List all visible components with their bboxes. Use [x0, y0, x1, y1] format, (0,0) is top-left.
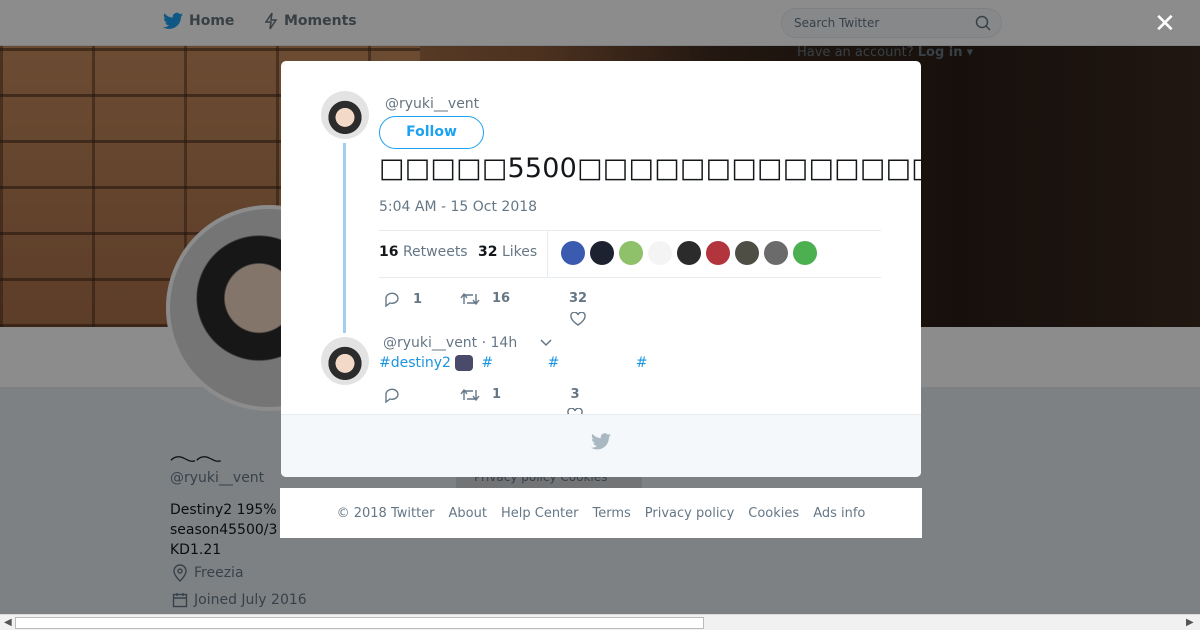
follow-button[interactable]: Follow	[379, 116, 484, 149]
chevron-down-icon[interactable]	[540, 339, 552, 347]
reply-like-count: 3	[570, 387, 580, 402]
reply-age[interactable]: · 14h	[482, 335, 518, 351]
footer-terms-link[interactable]: Terms	[593, 506, 631, 521]
horizontal-scrollbar[interactable]: ◀ ▶	[0, 614, 1200, 630]
scroll-right-arrow-icon[interactable]: ▶	[1186, 617, 1194, 628]
heart-icon	[570, 312, 586, 326]
retweets-label: Retweets	[402, 244, 468, 260]
reply-header: @ryuki__vent · 14h	[383, 335, 552, 351]
liker-avatar[interactable]	[706, 241, 730, 265]
page-footer: © 2018 Twitter About Help Center Terms P…	[280, 488, 922, 538]
tweet-stats: 16 Retweets 32 Likes	[379, 230, 881, 278]
thread-line	[343, 143, 346, 333]
hashtag[interactable]: #	[481, 355, 493, 371]
liker-avatar[interactable]	[677, 241, 701, 265]
hashtag[interactable]: #	[636, 355, 648, 371]
hashtag-destiny2[interactable]: #destiny2	[379, 355, 451, 371]
twitter-bird-icon	[591, 433, 611, 450]
liker-avatar[interactable]	[764, 241, 788, 265]
stats-divider	[547, 231, 548, 277]
liker-avatar[interactable]	[590, 241, 614, 265]
retweets-count: 16	[379, 244, 399, 260]
like-count: 32	[569, 291, 588, 306]
footer-ads-link[interactable]: Ads info	[813, 506, 865, 521]
tweet-timestamp[interactable]: 5:04 AM - 15 Oct 2018	[379, 199, 537, 215]
likes-stat[interactable]: 32 Likes	[478, 244, 537, 260]
close-icon[interactable]: ✕	[1154, 11, 1176, 37]
reply-icon	[385, 388, 399, 403]
reply-action[interactable]: 1	[383, 291, 422, 307]
tweet-text: □□□□□5500□□□□□□□□□□□□□□□□□□□□□□□□□□□□□□□…	[379, 153, 921, 184]
reply-icon	[385, 292, 399, 307]
footer-about-link[interactable]: About	[449, 506, 487, 521]
tweet-avatar[interactable]	[321, 91, 369, 139]
liker-avatar[interactable]	[648, 241, 672, 265]
footer-copyright: © 2018 Twitter	[336, 505, 435, 521]
reply-handle[interactable]: @ryuki__vent	[383, 335, 477, 351]
liker-avatar[interactable]	[735, 241, 759, 265]
like-action[interactable]: 32	[569, 291, 587, 326]
reply-count: 1	[413, 291, 423, 307]
scroll-left-arrow-icon[interactable]: ◀	[4, 617, 12, 628]
retweets-stat[interactable]: 16 Retweets	[379, 244, 468, 260]
liker-avatar[interactable]	[793, 241, 817, 265]
reply-text: #destiny2 # # #	[379, 355, 652, 371]
likers-list	[561, 241, 817, 265]
likes-count: 32	[478, 244, 498, 260]
tweet-handle[interactable]: @ryuki__vent	[385, 96, 479, 112]
footer-help-link[interactable]: Help Center	[501, 506, 579, 521]
retweet-icon	[460, 292, 480, 305]
retweet-count: 16	[492, 291, 511, 306]
scrollbar-thumb[interactable]	[15, 617, 704, 629]
retweet-action[interactable]: 16	[460, 291, 510, 306]
reply-retweet-action[interactable]: 1	[460, 387, 501, 402]
reply-retweet-count: 1	[492, 387, 502, 402]
modal-footer	[281, 414, 921, 477]
retweet-icon	[460, 388, 480, 401]
footer-privacy-link[interactable]: Privacy policy	[645, 506, 734, 521]
likes-label: Likes	[501, 244, 538, 260]
hashtag[interactable]: #	[548, 355, 560, 371]
reply-reply-action[interactable]	[383, 387, 401, 403]
reply-avatar[interactable]	[321, 337, 369, 385]
footer-cookies-link[interactable]: Cookies	[748, 506, 799, 521]
emoji-icon	[454, 355, 473, 371]
tweet-modal: @ryuki__vent Follow □□□□□5500□□□□□□□□□□□…	[281, 61, 921, 477]
liker-avatar[interactable]	[561, 241, 585, 265]
liker-avatar[interactable]	[619, 241, 643, 265]
